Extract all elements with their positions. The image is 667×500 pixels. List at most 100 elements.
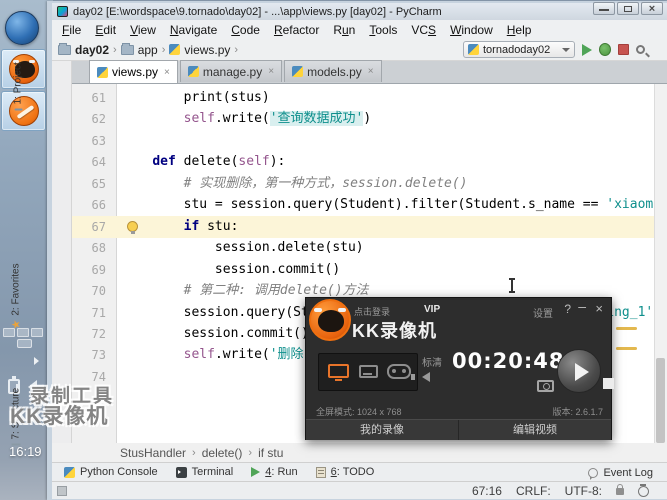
folder-icon	[120, 42, 134, 55]
breadcrumb-item-app[interactable]: app	[120, 42, 158, 57]
intention-bulb-icon[interactable]	[127, 221, 138, 234]
python-file-icon	[292, 66, 304, 77]
recorder-stop-button[interactable]	[603, 378, 614, 389]
menu-item-window[interactable]: Window	[443, 23, 500, 37]
recorder-screenshot-icon[interactable]	[537, 380, 554, 392]
edit-video-button[interactable]: 编辑视频	[459, 420, 611, 440]
breadcrumb-separator: ›	[161, 43, 166, 56]
tab-close-icon[interactable]: ×	[268, 66, 274, 77]
python-icon	[468, 44, 479, 55]
menu-item-navigate[interactable]: Navigate	[163, 23, 224, 37]
search-everywhere-button[interactable]	[636, 45, 645, 54]
taskbar-clock[interactable]: 16:19	[9, 444, 42, 459]
recorder-vip-link[interactable]: VIP	[424, 304, 440, 315]
taskbar-item-kk-recorder[interactable]	[1, 49, 46, 89]
python-file-icon	[97, 66, 108, 78]
minimize-button[interactable]	[593, 2, 615, 15]
recorder-record-button[interactable]	[557, 349, 601, 393]
menu-item-tools[interactable]: Tools	[362, 23, 404, 37]
favorites-star-icon: ★	[10, 319, 23, 330]
taskbar-item-pen-app[interactable]	[1, 91, 46, 131]
menu-item-edit[interactable]: Edit	[88, 23, 123, 37]
line-number: 74	[91, 369, 106, 384]
menu-item-code[interactable]: Code	[224, 23, 267, 37]
sidebar-item-favorites[interactable]: ★ 2: Favorites	[10, 263, 23, 330]
menu-item-view[interactable]: View	[123, 23, 163, 37]
toolwindow-button-terminal[interactable]: Terminal	[175, 466, 233, 478]
menu-item-file[interactable]: File	[55, 23, 88, 37]
python-file-icon	[187, 66, 199, 77]
tray-pill-icon[interactable]	[17, 339, 32, 348]
editor-tab-manage.py[interactable]: manage.py ×	[179, 60, 283, 82]
code-text: print(stus)	[121, 90, 270, 105]
toolwindow-button-6-todo[interactable]: 6: TODO	[315, 466, 374, 478]
window-record-mode-icon[interactable]	[359, 365, 378, 378]
event-log-button[interactable]: Event Log	[588, 463, 653, 482]
code-line-66: 66 stu = session.query(Student).filter(S…	[72, 194, 667, 216]
caret-position[interactable]: 67:16	[472, 484, 502, 498]
encoding-indicator[interactable]: UTF-8:	[565, 484, 602, 498]
line-number: 63	[91, 133, 106, 148]
recorder-mode-switcher	[318, 353, 418, 391]
run-button[interactable]	[582, 43, 592, 56]
recorder-bottom-bar: 我的录像 编辑视频	[306, 419, 611, 440]
screen-record-mode-icon[interactable]	[328, 364, 349, 381]
code-text: session.delete(stu)	[121, 240, 364, 256]
speaker-tray-icon[interactable]	[16, 380, 37, 394]
project-folder-icon	[14, 108, 22, 111]
event-log-label: Event Log	[603, 466, 653, 479]
code-line-65: 65 # 实现删除，第一种方式，session.delete()	[72, 173, 654, 195]
code-text: if stu:	[183, 218, 239, 234]
menu-item-refactor[interactable]: Refactor	[267, 23, 326, 37]
game-record-mode-icon[interactable]	[387, 364, 411, 379]
tray-expand-arrow-icon[interactable]	[34, 357, 39, 365]
sidebar-item-structure[interactable]: 7: Structure	[11, 388, 22, 446]
recorder-settings-button[interactable]: 设置	[533, 305, 553, 320]
event-log-balloon-icon	[588, 467, 599, 480]
windows-start-button[interactable]	[5, 11, 39, 45]
stop-button[interactable]	[618, 44, 629, 55]
line-number: 70	[91, 284, 106, 299]
recorder-volume-icon[interactable]	[411, 372, 430, 382]
breadcrumb-item-views.py[interactable]: views.py	[169, 43, 230, 57]
recorder-minimize-button[interactable]: –	[578, 298, 586, 314]
toolwindow-button-4-run[interactable]: 4: Run	[251, 466, 298, 478]
recorder-close-button[interactable]: ×	[595, 301, 603, 316]
editor-breadcrumb-if stu[interactable]: if stu	[258, 446, 283, 460]
sidebar-item-project[interactable]: 1: Project	[13, 62, 24, 111]
title-bar[interactable]: day02 [E:\wordspace\9.tornado\day02] - .…	[52, 3, 667, 20]
close-button[interactable]: ×	[641, 2, 663, 15]
breadcrumb-item-day02[interactable]: day02	[58, 42, 109, 57]
editor-breadcrumb-bar: StusHandler › delete() › if stu	[52, 443, 667, 462]
breadcrumb-separator: ›	[192, 446, 196, 459]
toolwindow-button-python-console[interactable]: Python Console	[64, 466, 158, 478]
editor-breadcrumb-delete()[interactable]: delete()	[202, 446, 243, 460]
tab-close-icon[interactable]: ×	[368, 66, 374, 77]
tool-window-toggle-icon[interactable]	[57, 486, 67, 496]
line-ending-indicator[interactable]: CRLF:	[516, 484, 551, 498]
line-number: 62	[91, 112, 106, 127]
debug-button[interactable]	[599, 43, 611, 56]
menu-item-vcs[interactable]: VCS	[404, 23, 443, 37]
warning-stripe-mark	[616, 327, 637, 330]
scrollbar-thumb[interactable]	[656, 358, 665, 443]
menu-item-help[interactable]: Help	[500, 23, 539, 37]
readonly-lock-icon[interactable]	[616, 483, 624, 495]
recorder-help-button[interactable]: ?	[564, 302, 571, 316]
editor-breadcrumb-StusHandler[interactable]: StusHandler	[120, 446, 186, 460]
editor-tab-models.py[interactable]: models.py ×	[284, 60, 382, 82]
python-file-icon	[169, 44, 181, 55]
tab-close-icon[interactable]: ×	[164, 67, 170, 78]
editor-tab-views.py[interactable]: views.py ×	[89, 60, 178, 83]
breadcrumb-separator: ›	[248, 446, 253, 459]
code-text: self.write('删除	[183, 347, 304, 363]
toolwindow-button-label: 4: Run	[265, 466, 298, 478]
inspections-hector-icon[interactable]	[638, 483, 649, 497]
recorder-quality-label[interactable]: 标清	[422, 354, 442, 369]
menu-item-run[interactable]: Run	[326, 23, 362, 37]
code-text: stu = session.query(Student).filter(Stud…	[121, 197, 667, 213]
my-videos-button[interactable]: 我的录像	[306, 420, 459, 440]
restore-button[interactable]	[617, 2, 639, 15]
kk-recorder-panel[interactable]: 点击登录 VIP 设置 ? – × KK录像机 标清 00:20:48 全屏模式…	[305, 297, 614, 440]
run-configuration-select[interactable]: tornadoday02	[463, 41, 575, 58]
